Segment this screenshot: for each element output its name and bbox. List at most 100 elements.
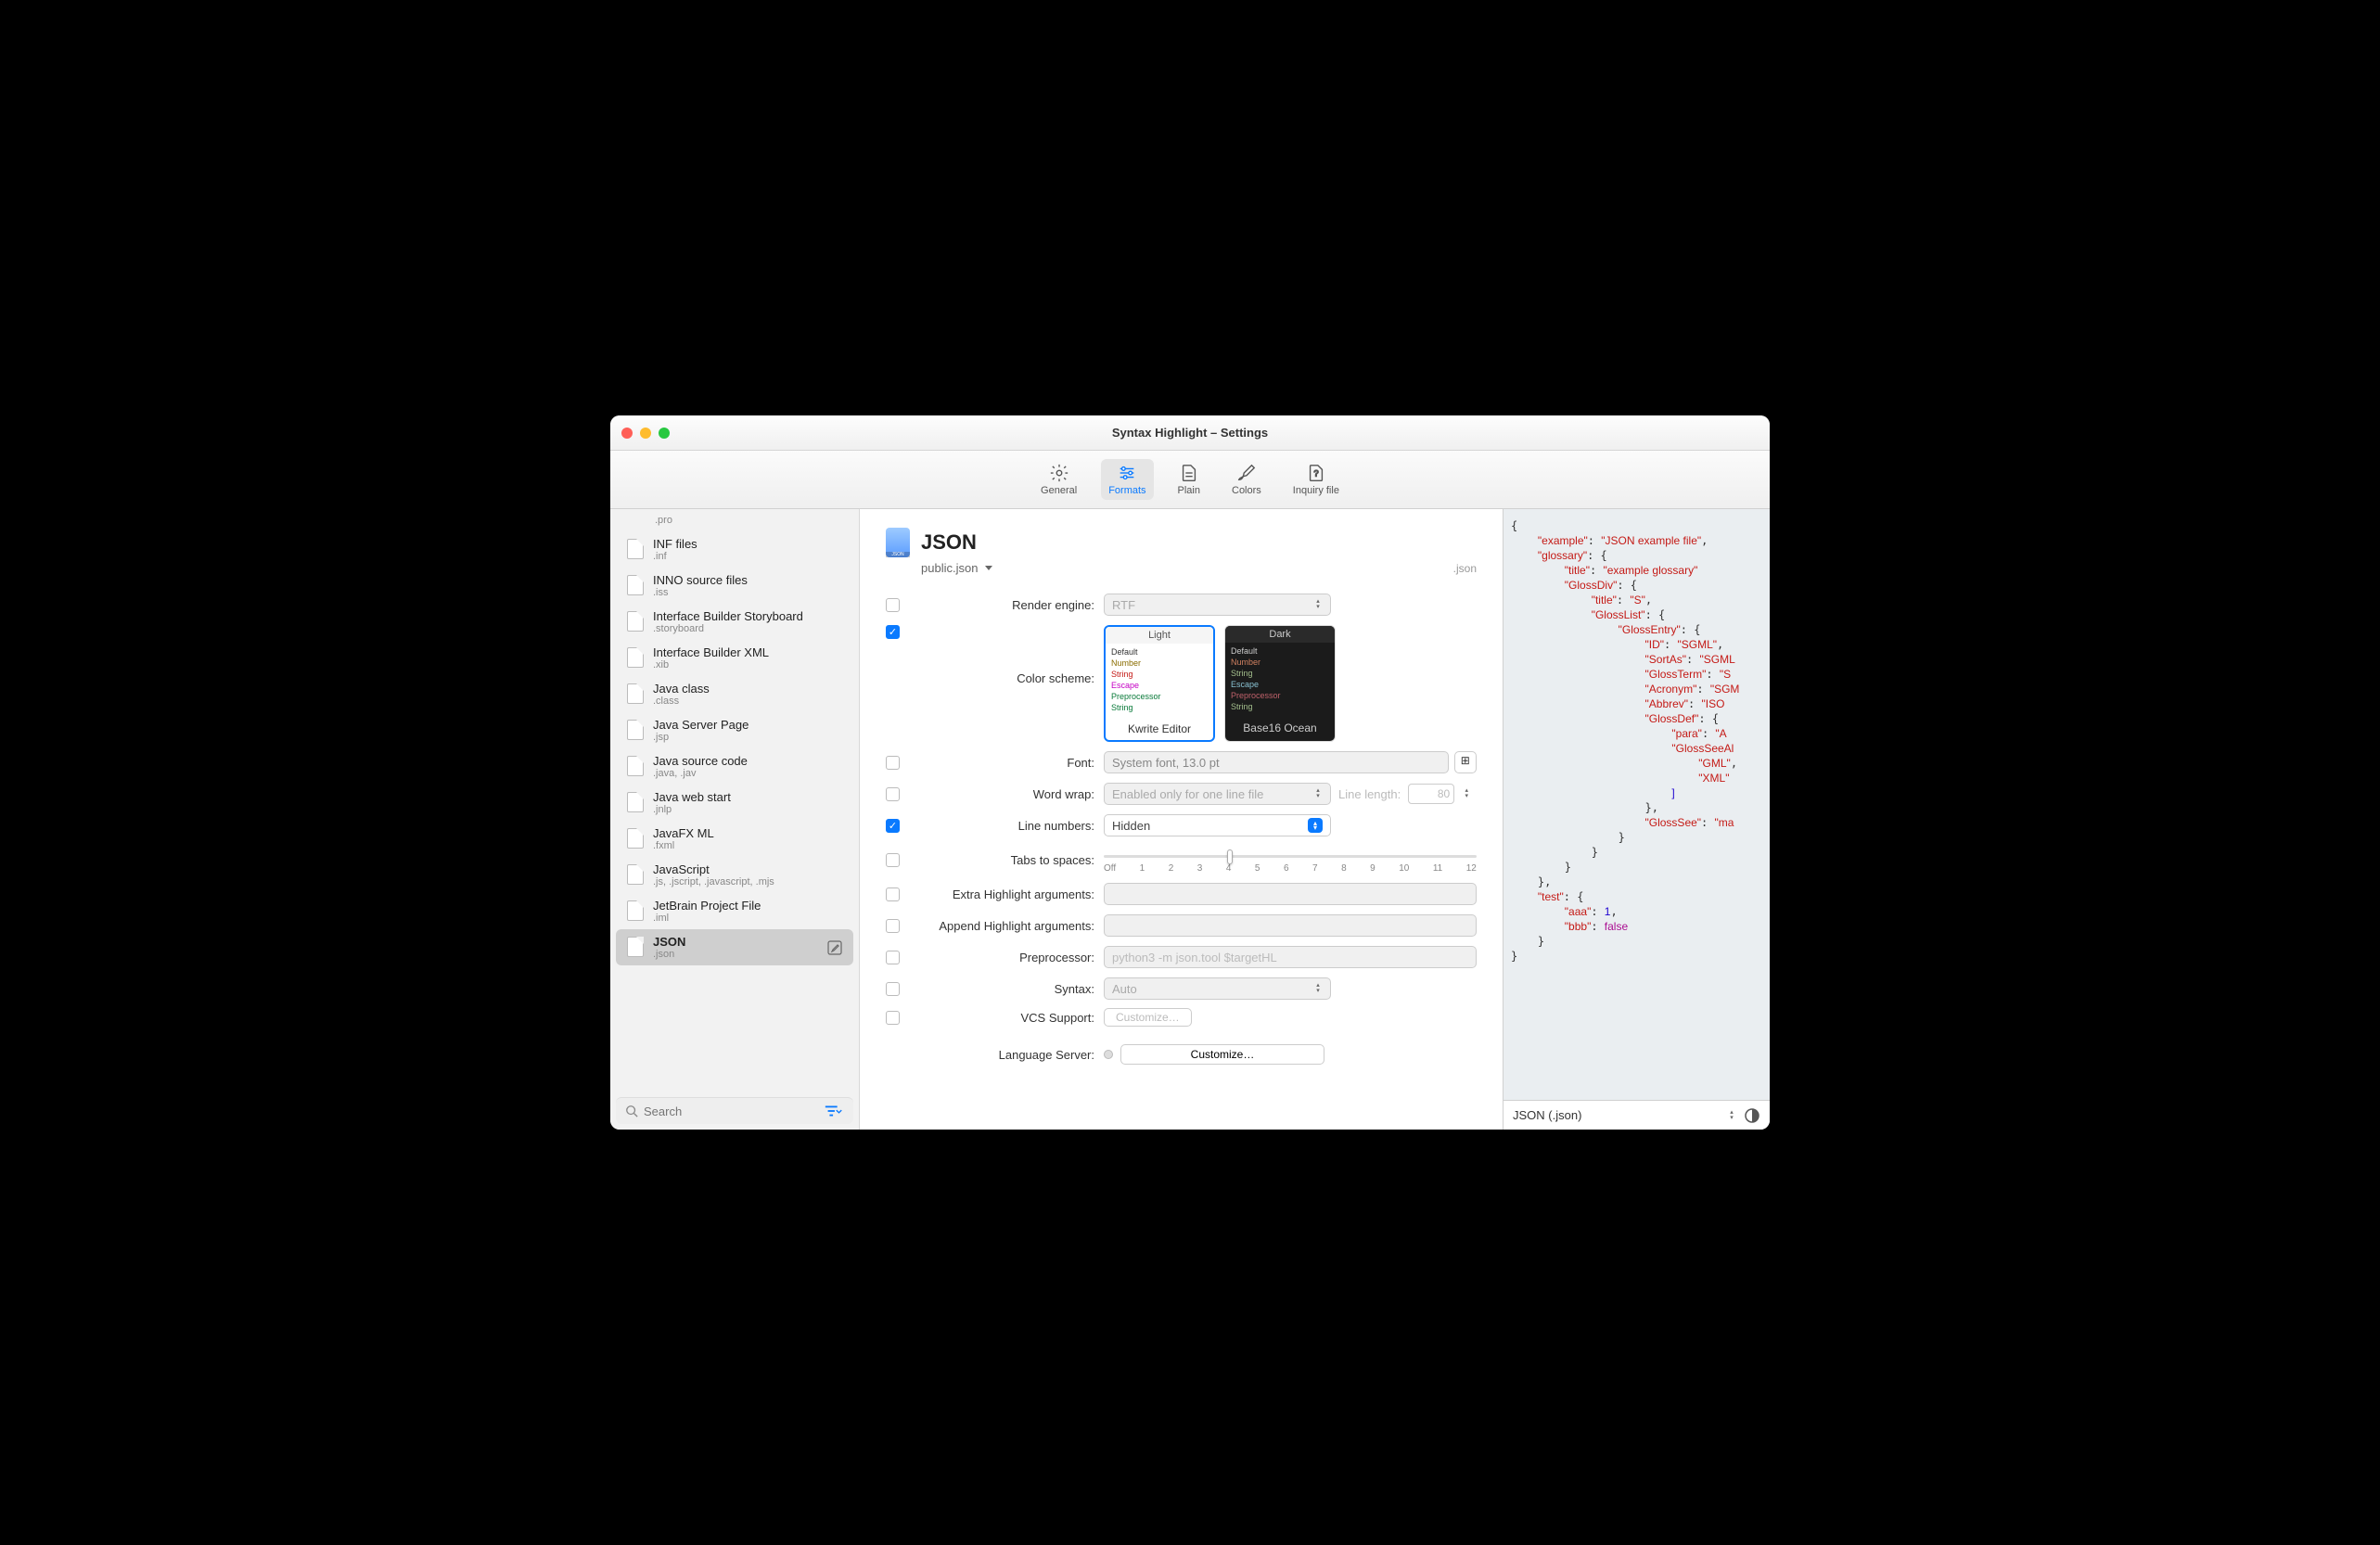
tab-general[interactable]: General [1033,459,1084,500]
font-label: Font: [909,756,1094,770]
preprocessor-checkbox[interactable] [886,951,900,964]
preprocessor-label: Preprocessor: [909,951,1094,964]
color-scheme-label: Color scheme: [909,625,1094,685]
sidebar-item-java-server-page[interactable]: Java Server Page .jsp [610,712,859,748]
file-icon [627,611,644,632]
sidebar-item-java-web-start[interactable]: Java web start .jnlp [610,785,859,821]
sidebar-item-inno-source-files[interactable]: INNO source files .iss [610,568,859,604]
zoom-icon[interactable] [659,428,670,439]
filter-icon[interactable] [824,1104,844,1118]
close-icon[interactable] [621,428,633,439]
body: .pro INF files .inf INNO source files .i… [610,509,1770,1130]
pencil-icon[interactable] [827,940,842,955]
chevron-down-icon [985,566,992,570]
slider-ticks: Off123456789101112 [1104,847,1477,874]
sidebar-item-inf-files[interactable]: INF files .inf [610,531,859,568]
caret-icon: ▴▾ [1308,818,1323,833]
extra-args-input [1104,883,1477,905]
extension-label: .json [1453,562,1477,575]
vcs-label: VCS Support: [909,1011,1094,1025]
preview-toolbar: JSON (.json) ▴▾ [1503,1100,1770,1130]
search-input[interactable] [644,1104,818,1118]
file-icon [627,792,644,812]
tabs-to-spaces-checkbox[interactable] [886,853,900,867]
list-item[interactable]: .pro [610,509,859,531]
caret-icon: ▴▾ [1313,787,1323,800]
language-server-customize-button[interactable]: Customize… [1120,1044,1324,1065]
syntax-label: Syntax: [909,982,1094,996]
tab-formats[interactable]: Formats [1101,459,1153,500]
sidebar-item-javascript[interactable]: JavaScript .js, .jscript, .javascript, .… [610,857,859,893]
page-title: JSON [921,530,977,555]
preview-pane: { "example": "JSON example file", "gloss… [1503,509,1770,1130]
contrast-icon[interactable] [1744,1107,1760,1124]
extra-args-label: Extra Highlight arguments: [909,887,1094,901]
syntax-select: Auto▴▾ [1104,977,1331,1000]
preview-language-select[interactable]: JSON (.json) [1513,1108,1720,1122]
line-numbers-select[interactable]: Hidden▴▾ [1104,814,1331,836]
sidebar-item-java-class[interactable]: Java class .class [610,676,859,712]
file-list[interactable]: .pro INF files .inf INNO source files .i… [610,509,859,1092]
toolbar: General Formats Plain Colors ? Inquiry f… [610,451,1770,509]
word-wrap-select: Enabled only for one line file▴▾ [1104,783,1331,805]
syntax-checkbox[interactable] [886,982,900,996]
language-server-label: Language Server: [909,1048,1094,1062]
traffic-lights [621,428,670,439]
tab-inquiry-file[interactable]: ? Inquiry file [1286,459,1347,500]
slider-thumb[interactable] [1227,849,1233,864]
sidebar: .pro INF files .inf INNO source files .i… [610,509,860,1130]
sidebar-item-javafx-ml[interactable]: JavaFX ML .fxml [610,821,859,857]
file-question-icon: ? [1306,463,1326,483]
file-icon [627,575,644,595]
line-length-input[interactable] [1408,784,1454,804]
color-scheme-checkbox[interactable]: ✓ [886,625,900,639]
file-icon [627,900,644,921]
tab-colors[interactable]: Colors [1224,459,1269,500]
theme-dark[interactable]: Dark DefaultNumberStringEscapePreprocess… [1224,625,1336,742]
theme-preview: DefaultNumberStringEscapePreprocessorStr… [1106,644,1213,718]
document-icon [1179,463,1199,483]
stepper-icon[interactable]: ▴▾ [1462,787,1471,800]
search-bar [616,1097,853,1124]
vcs-checkbox[interactable] [886,1011,900,1025]
tabs-to-spaces-label: Tabs to spaces: [909,853,1094,867]
sidebar-item-jetbrain-project-file[interactable]: JetBrain Project File .iml [610,893,859,929]
caret-icon: ▴▾ [1313,982,1323,995]
svg-text:?: ? [1313,469,1318,479]
theme-preview: DefaultNumberStringEscapePreprocessorStr… [1225,643,1335,717]
tab-plain[interactable]: Plain [1171,459,1208,500]
word-wrap-label: Word wrap: [909,787,1094,801]
file-icon [627,647,644,668]
sidebar-item-json[interactable]: JSON .json [616,929,853,965]
sidebar-item-java-source-code[interactable]: Java source code .java, .jav [610,748,859,785]
vcs-customize-button: Customize… [1104,1008,1192,1027]
render-engine-select: RTF▴▾ [1104,594,1331,616]
settings-window: Syntax Highlight – Settings General Form… [610,415,1770,1130]
font-checkbox[interactable] [886,756,900,770]
main-panel: JSON public.json .json Render engine: RT… [860,509,1503,1130]
header: JSON [886,528,1477,557]
sidebar-item-interface-builder-storyboard[interactable]: Interface Builder Storyboard .storyboard [610,604,859,640]
tabs-slider[interactable]: Off123456789101112 [1104,846,1477,874]
theme-light[interactable]: Light DefaultNumberStringEscapePreproces… [1104,625,1215,742]
extra-args-checkbox[interactable] [886,887,900,901]
render-engine-checkbox[interactable] [886,598,900,612]
append-args-label: Append Highlight arguments: [909,919,1094,933]
file-icon [627,864,644,885]
json-file-icon [886,528,910,557]
titlebar: Syntax Highlight – Settings [610,415,1770,451]
window-title: Syntax Highlight – Settings [621,426,1759,440]
file-icon [627,683,644,704]
gear-icon [1049,463,1069,483]
code-preview: { "example": "JSON example file", "gloss… [1503,509,1770,1100]
line-numbers-checkbox[interactable]: ✓ [886,819,900,833]
file-type-dropdown[interactable]: public.json [921,561,992,575]
append-args-checkbox[interactable] [886,919,900,933]
brush-icon [1236,463,1257,483]
preprocessor-input: python3 -m json.tool $targetHL [1104,946,1477,968]
word-wrap-checkbox[interactable] [886,787,900,801]
sidebar-item-interface-builder-xml[interactable]: Interface Builder XML .xib [610,640,859,676]
font-picker-button[interactable]: ⊞ [1454,751,1477,773]
file-icon [627,720,644,740]
minimize-icon[interactable] [640,428,651,439]
